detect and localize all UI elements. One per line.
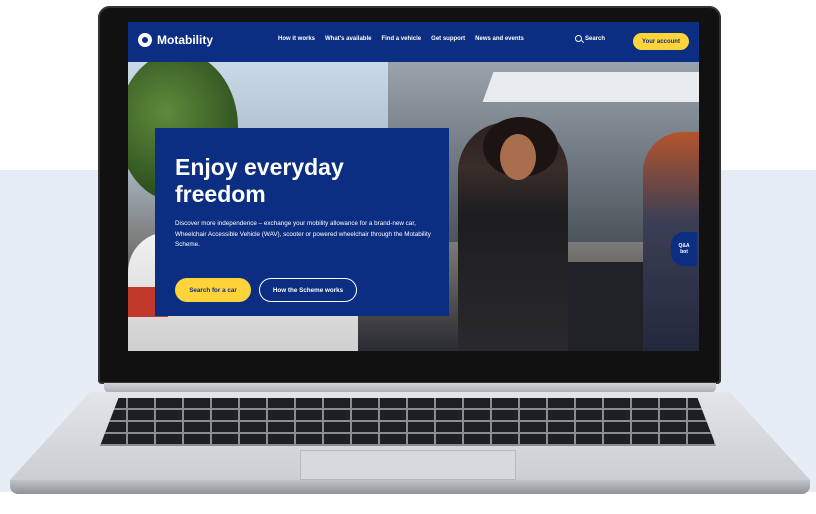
your-account-button[interactable]: Your account	[633, 33, 689, 50]
how-the-scheme-works-button[interactable]: How the Scheme works	[259, 278, 357, 302]
logo-text: Motability	[157, 33, 213, 47]
laptop-touchpad	[300, 450, 516, 480]
nav-link-get-support[interactable]: Get support	[431, 36, 465, 42]
hero-title: Enjoy everyday freedom	[175, 154, 344, 207]
photo-person-face	[500, 134, 536, 180]
search-button[interactable]: Search	[575, 35, 605, 42]
nav-link-whats-available[interactable]: What's available	[325, 36, 371, 42]
nav-link-how-it-works[interactable]: How it works	[278, 36, 315, 42]
nav-link-news-and-events[interactable]: News and events	[475, 36, 524, 42]
motability-logo[interactable]: Motability	[138, 33, 213, 47]
qa-bot-button[interactable]: Q&A bot	[671, 232, 697, 266]
laptop-front-edge	[10, 480, 810, 494]
hero-description: Discover more independence – exchange yo…	[175, 220, 431, 248]
laptop-hinge	[104, 383, 716, 393]
photo-canopy	[482, 72, 699, 102]
hero-photo: Q&A bot Enjoy everyday freedom Discover …	[128, 62, 699, 351]
qa-bot-label-2: bot	[680, 249, 688, 255]
hero-card: Enjoy everyday freedom Discover more ind…	[155, 128, 449, 316]
keyboard-rows	[100, 398, 716, 446]
laptop-screen: Q&A bot Enjoy everyday freedom Discover …	[128, 22, 699, 351]
search-label: Search	[585, 35, 606, 42]
search-for-a-car-button[interactable]: Search for a car	[175, 278, 251, 302]
motability-logo-icon	[138, 33, 152, 47]
nav-link-find-a-vehicle[interactable]: Find a vehicle	[381, 36, 421, 42]
search-icon	[575, 35, 582, 42]
laptop: Q&A bot Enjoy everyday freedom Discover …	[0, 0, 816, 514]
top-navigation: Motability How it works What's available…	[128, 22, 699, 62]
nav-links: How it works What's available Find a veh…	[278, 36, 524, 42]
